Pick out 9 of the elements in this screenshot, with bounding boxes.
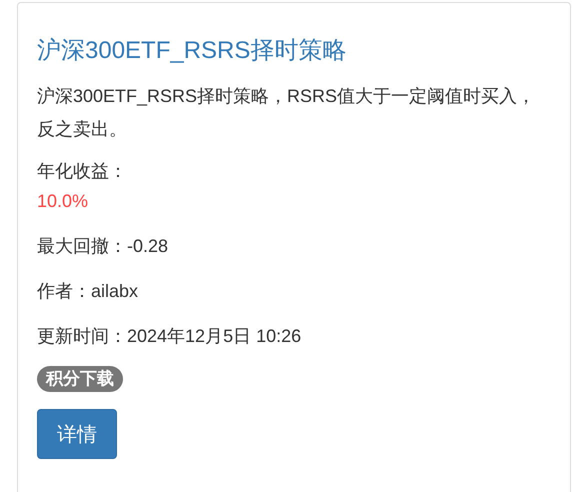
field-label: 年化收益： bbox=[37, 160, 128, 183]
field-text: 更新时间：2024年12月5日 10:26 bbox=[37, 326, 302, 346]
download-badge: 积分下载 bbox=[37, 366, 123, 392]
field-text: 作者：ailabx bbox=[37, 281, 138, 301]
field-text: 最大回撤：-0.28 bbox=[37, 236, 168, 256]
field-value: 10.0% bbox=[37, 190, 90, 213]
description: 沪深300ETF_RSRS择时策略，RSRS值大于一定阈值时买入，反之卖出。 bbox=[37, 85, 536, 141]
card-title[interactable]: 沪深300ETF_RSRS择时策略 bbox=[37, 36, 550, 66]
details-button[interactable]: 详情 bbox=[37, 409, 117, 459]
